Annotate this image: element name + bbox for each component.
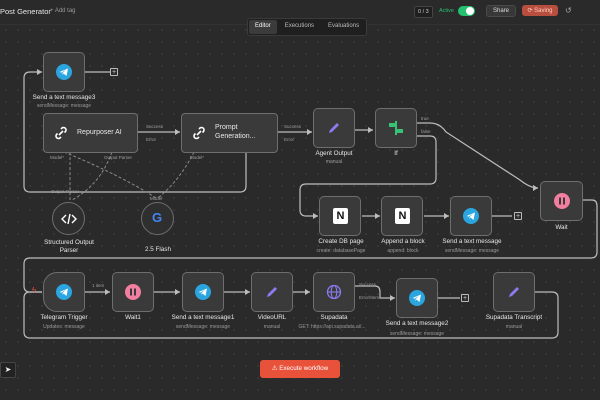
node-subtitle: append: block [387,248,419,254]
item-count-label: 1 item [92,283,105,288]
node-structured-output-parser[interactable] [52,202,85,235]
connections-layer [23,69,598,339]
node-subtitle: sendMessage: message [389,331,445,337]
port-label-model: Model* [190,155,205,160]
tab-editor[interactable]: Editor [249,20,277,34]
pencil-icon [267,287,277,297]
pause-icon [553,193,570,209]
port-label-true: true [421,116,429,121]
node-title: Repurposer AI [77,129,122,136]
node-wait1[interactable] [112,272,154,312]
code-icon [61,213,77,225]
node-title: Send a text message2 [385,320,449,327]
pencil-icon [509,287,519,297]
add-tag-button[interactable]: + Add tag [50,8,76,14]
node-send-text-message-2[interactable] [396,278,438,318]
execute-workflow-button[interactable]: ⚠ Execute workflow [260,360,340,378]
node-subtitle: GET: https://api.supadata.ai/... [298,324,366,330]
active-label: Active [439,8,454,14]
port-label-output-parser: Output Parser [51,189,80,194]
share-button[interactable]: Share [486,5,517,17]
globe-icon [326,284,342,300]
port-label-error: Error [284,137,294,142]
history-icon[interactable]: ↺ [565,6,572,15]
ai-agent-link-icon [193,126,205,140]
saving-label: Saving [534,8,553,14]
notion-icon: N [395,208,410,224]
add-node-button[interactable]: + [461,294,469,302]
active-toggle[interactable] [458,6,475,16]
node-title: Send a text message [442,238,502,245]
node-subtitle: Updates: message [43,324,85,330]
port-label-model: Model [150,196,163,201]
cursor-icon[interactable]: ➤ [0,362,16,378]
view-tabs: Editor Executions Evaluations [247,18,368,36]
node-prompt-generation[interactable]: Prompt Generation... [181,113,278,153]
port-label-success: Success [146,124,164,129]
node-title: If [394,150,398,157]
node-supadata-transcript[interactable] [493,272,535,312]
pause-icon [125,284,141,300]
node-supadata[interactable] [313,272,355,312]
node-send-text-message[interactable] [450,196,492,236]
node-title: Supadata [320,314,348,321]
node-wait[interactable] [540,181,583,221]
telegram-icon [56,64,72,80]
tab-evaluations[interactable]: Evaluations [322,20,365,34]
trigger-bolt-icon: ϟ [32,286,37,295]
node-title: Agent Output [315,150,353,157]
execute-label: Execute workflow [279,365,329,372]
node-title: Send a text message3 [32,94,96,101]
tab-executions[interactable]: Executions [279,20,320,34]
telegram-icon [463,208,479,224]
google-g-icon: G [152,210,163,225]
workflow-title[interactable]: Post Generator [0,7,51,16]
node-subtitle: manual [505,324,523,330]
saving-button[interactable]: ⟳ Saving [522,5,558,16]
notion-icon: N [333,208,348,224]
node-title: Prompt Generation... [215,124,256,140]
node-title: Send a text message1 [171,314,235,321]
port-label-error: Error/Item [359,295,380,300]
telegram-icon [195,284,211,300]
node-send-text-message-3[interactable] [43,52,85,92]
node-create-db-page[interactable]: N [319,196,361,236]
telegram-icon [409,290,425,306]
node-title: VideoURL [257,314,287,321]
node-title: Wait1 [125,314,141,321]
node-subtitle: manual [325,159,343,165]
evaluation-counter: 0 / 3 [414,6,433,18]
node-video-url[interactable] [251,272,293,312]
port-label-success: Success [359,282,377,287]
node-title: Append a block [381,238,425,245]
node-title: Supadata Transcript [485,314,543,321]
node-gemini-flash[interactable]: G [141,202,174,235]
if-split-icon [389,121,403,135]
ai-agent-link-icon [55,126,67,140]
node-title: Structured Output Parser [44,239,94,254]
port-label-model: Model* [50,155,65,160]
node-title: 2.5 Flash [145,246,171,253]
port-label-success: Success [284,124,302,129]
node-telegram-trigger[interactable] [43,272,85,312]
node-agent-output[interactable] [313,108,355,148]
node-title: Telegram Trigger [40,314,88,321]
node-subtitle: sendMessage: message [444,248,500,254]
port-label-false: false [421,129,431,134]
node-title: Wait [555,224,568,231]
pencil-icon [329,123,339,133]
node-repurposer-ai[interactable]: Repurposer AI [43,113,138,153]
add-node-button[interactable]: + [110,68,118,76]
node-append-a-block[interactable]: N [381,196,423,236]
node-subtitle: sendMessage: message [175,324,231,330]
node-send-text-message-1[interactable] [182,272,224,312]
node-subtitle: sendMessage: message [36,103,92,109]
telegram-icon [56,284,72,300]
add-node-button[interactable]: + [514,212,522,220]
port-label-output-parser: Output Parser [104,155,133,160]
node-if[interactable] [375,108,417,148]
port-label-error: Error [146,137,156,142]
